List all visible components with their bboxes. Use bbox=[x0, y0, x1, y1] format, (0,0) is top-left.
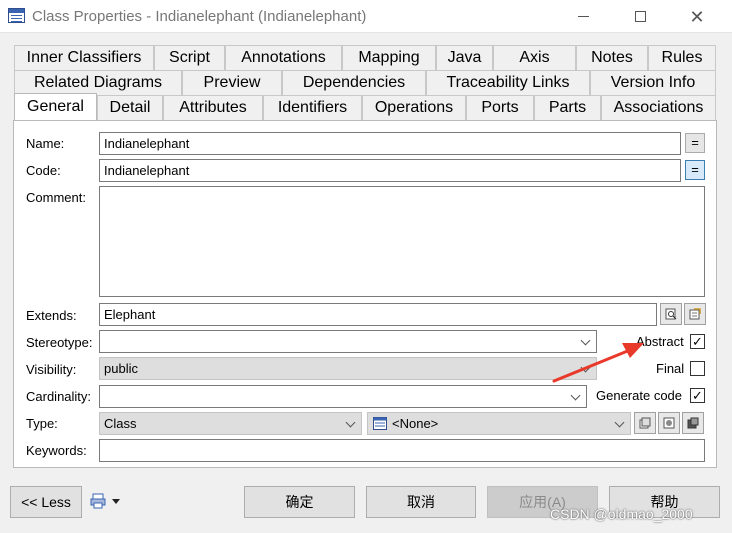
tab-detail[interactable]: Detail bbox=[97, 95, 163, 120]
tab-parts[interactable]: Parts bbox=[534, 95, 601, 120]
code-label: Code: bbox=[26, 163, 61, 178]
properties-icon bbox=[665, 308, 677, 320]
properties-icon bbox=[663, 417, 675, 429]
type-properties-button[interactable] bbox=[658, 412, 680, 434]
chevron-down-icon bbox=[570, 391, 582, 401]
maximize-button[interactable] bbox=[617, 0, 663, 33]
name-code-sync-button[interactable]: = bbox=[685, 133, 705, 153]
type-label: Type: bbox=[26, 416, 58, 431]
title-bar: Class Properties - Indianelephant (India… bbox=[0, 0, 732, 33]
window-title: Class Properties - Indianelephant (India… bbox=[32, 8, 367, 25]
tab-related-diagrams[interactable]: Related Diagrams bbox=[14, 70, 182, 95]
code-field[interactable]: Indianelephant bbox=[99, 159, 681, 182]
ok-button[interactable]: 确定 bbox=[244, 486, 355, 518]
chevron-down-icon bbox=[345, 418, 357, 428]
comment-field[interactable] bbox=[99, 186, 705, 297]
tab-version-info[interactable]: Version Info bbox=[590, 70, 716, 95]
select-object-icon bbox=[687, 417, 699, 429]
tab-java[interactable]: Java bbox=[436, 45, 493, 70]
tab-identifiers[interactable]: Identifiers bbox=[263, 95, 362, 120]
select-object-icon bbox=[689, 308, 701, 320]
cardinality-label: Cardinality: bbox=[26, 389, 92, 404]
print-icon bbox=[90, 493, 106, 509]
caret-down-icon bbox=[112, 499, 120, 504]
extends-properties-button[interactable] bbox=[660, 303, 682, 325]
extends-label: Extends: bbox=[26, 308, 77, 323]
tab-associations[interactable]: Associations bbox=[601, 95, 716, 120]
chevron-down-icon bbox=[614, 418, 626, 428]
code-name-sync-button[interactable]: = bbox=[685, 160, 705, 180]
tab-traceability-links[interactable]: Traceability Links bbox=[426, 70, 590, 95]
extends-field[interactable]: Elephant bbox=[99, 303, 657, 326]
close-icon: ✕ bbox=[689, 6, 705, 27]
print-menu-button[interactable] bbox=[88, 492, 124, 512]
visibility-label: Visibility: bbox=[26, 362, 77, 377]
keywords-field[interactable] bbox=[99, 439, 705, 462]
name-label: Name: bbox=[26, 136, 65, 151]
tab-axis[interactable]: Axis bbox=[493, 45, 576, 70]
type-create-button[interactable] bbox=[634, 412, 656, 434]
cardinality-combo[interactable] bbox=[99, 385, 587, 408]
extends-select-button[interactable] bbox=[684, 303, 706, 325]
tab-rules[interactable]: Rules bbox=[648, 45, 716, 70]
keywords-label: Keywords: bbox=[26, 443, 87, 458]
less-button[interactable]: << Less bbox=[10, 486, 82, 518]
type-value: Class bbox=[104, 416, 137, 431]
tab-inner-classifiers[interactable]: Inner Classifiers bbox=[14, 45, 154, 70]
maximize-icon bbox=[634, 11, 646, 22]
tab-script[interactable]: Script bbox=[154, 45, 225, 70]
chevron-down-icon bbox=[580, 363, 592, 373]
generate-code-checkbox[interactable] bbox=[690, 388, 705, 403]
tab-annotations[interactable]: Annotations bbox=[225, 45, 342, 70]
generate-code-label: Generate code bbox=[596, 388, 683, 403]
final-checkbox[interactable] bbox=[690, 361, 705, 376]
tab-ports[interactable]: Ports bbox=[466, 95, 534, 120]
type-combo[interactable]: Class bbox=[99, 412, 362, 435]
tab-preview[interactable]: Preview bbox=[182, 70, 282, 95]
name-field[interactable]: Indianelephant bbox=[99, 132, 681, 155]
close-button[interactable]: ✕ bbox=[674, 0, 720, 33]
abstract-checkbox[interactable] bbox=[690, 334, 705, 349]
tab-general[interactable]: General bbox=[14, 93, 97, 120]
tab-notes[interactable]: Notes bbox=[576, 45, 648, 70]
create-object-icon bbox=[639, 417, 651, 429]
class-table-icon bbox=[373, 417, 387, 430]
stereotype-label: Stereotype: bbox=[26, 335, 93, 350]
stereotype-combo[interactable] bbox=[99, 330, 597, 353]
abstract-label: Abstract bbox=[636, 334, 684, 349]
comment-label: Comment: bbox=[26, 190, 86, 205]
type-reference-value: <None> bbox=[392, 416, 439, 431]
minimize-button[interactable] bbox=[560, 0, 606, 33]
type-select-button[interactable] bbox=[682, 412, 704, 434]
type-reference-combo[interactable]: <None> bbox=[367, 412, 631, 435]
tab-attributes[interactable]: Attributes bbox=[163, 95, 263, 120]
final-label: Final bbox=[656, 361, 685, 376]
class-table-icon bbox=[8, 8, 25, 23]
tab-dependencies[interactable]: Dependencies bbox=[282, 70, 426, 95]
chevron-down-icon bbox=[580, 336, 592, 346]
minimize-icon bbox=[577, 16, 589, 17]
watermark: CSDN @oldmao_2000 bbox=[550, 506, 693, 522]
visibility-value: public bbox=[104, 361, 138, 376]
visibility-combo[interactable]: public bbox=[99, 357, 597, 380]
cancel-button[interactable]: 取消 bbox=[366, 486, 476, 518]
tab-operations[interactable]: Operations bbox=[362, 95, 466, 120]
tab-mapping[interactable]: Mapping bbox=[342, 45, 436, 70]
